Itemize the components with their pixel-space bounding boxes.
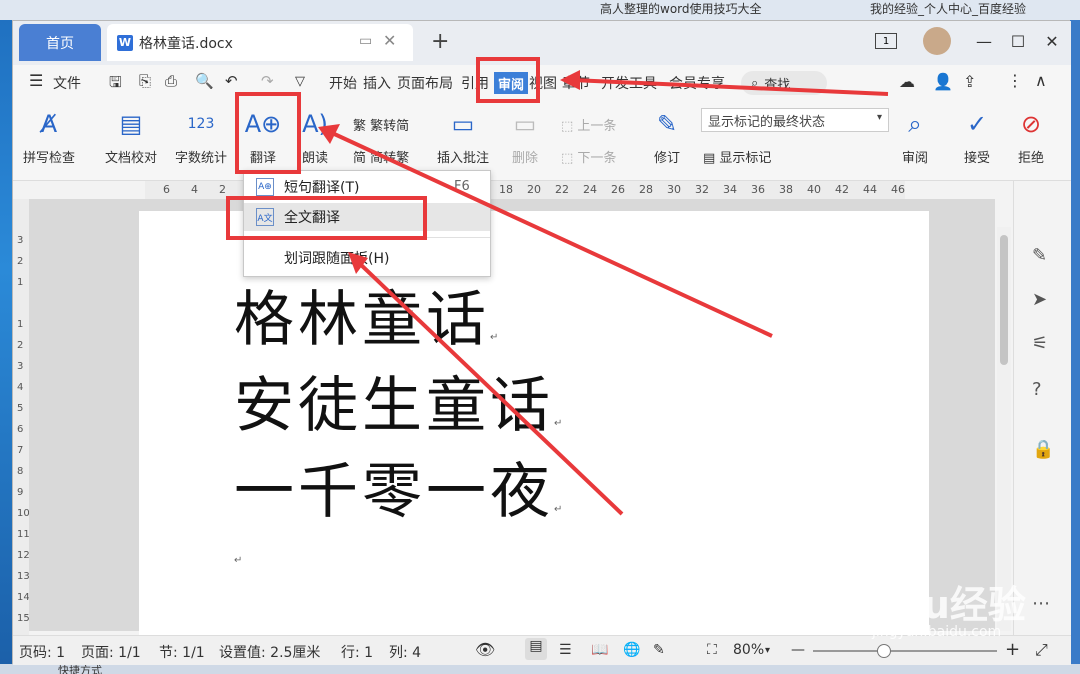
arrow-to-translate-button: [329, 130, 773, 338]
baidu-watermark-url: jingyan.baidu.com: [872, 624, 1002, 640]
arrow-to-review-tab: [571, 78, 889, 96]
arrow-to-full-translate: [356, 260, 624, 516]
baidu-watermark-logo: Baidu经验: [828, 583, 1026, 627]
arrow-head-review-tab: [560, 70, 580, 90]
annotation-arrows: [318, 70, 889, 516]
